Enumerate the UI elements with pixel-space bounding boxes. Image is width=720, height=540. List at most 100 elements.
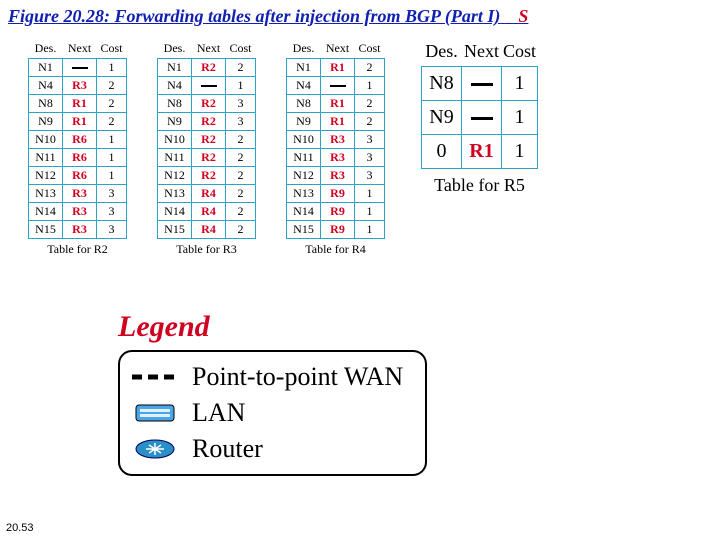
cell-next: R4 xyxy=(192,185,226,203)
table-row: N11R22 xyxy=(158,149,256,167)
table-row: N14R33 xyxy=(29,203,127,221)
table-table-for-r4: Des.NextCostN1R12N41N8R12N9R12N10R33N11R… xyxy=(286,41,385,257)
table-row: N1R12 xyxy=(287,59,385,77)
cell-next: R3 xyxy=(321,149,355,167)
col-cost: Cost xyxy=(97,41,127,56)
lan-icon xyxy=(132,399,178,427)
table-row: N10R33 xyxy=(287,131,385,149)
table-row: N15R91 xyxy=(287,221,385,239)
table-caption: Table for R3 xyxy=(176,242,236,257)
cell-next: R2 xyxy=(192,167,226,185)
table-row: N12R22 xyxy=(158,167,256,185)
cell-next: R3 xyxy=(63,203,97,221)
table-table-for-r3: Des.NextCostN1R22N41N8R23N9R23N10R22N11R… xyxy=(157,41,256,257)
cell-cost: 2 xyxy=(226,185,256,203)
table-header: Des.NextCost xyxy=(287,41,385,56)
legend-row-router: Router xyxy=(132,434,403,464)
col-des: Des. xyxy=(422,41,462,62)
tables-row: Des.NextCostN11N4R32N8R12N9R12N10R61N11R… xyxy=(0,31,720,257)
figure-title-suffix: S xyxy=(518,6,528,26)
col-next: Next xyxy=(462,41,502,62)
cell-cost: 1 xyxy=(97,59,127,77)
cell-des: N10 xyxy=(29,131,63,149)
table-row: N10R61 xyxy=(29,131,127,149)
legend: Legend Point-to-point WAN LAN xyxy=(118,310,427,476)
cell-des: N15 xyxy=(158,221,192,239)
table-caption: Table for R5 xyxy=(434,175,525,196)
cell-next: R3 xyxy=(321,167,355,185)
legend-label: Point-to-point WAN xyxy=(192,362,403,392)
cell-des: N14 xyxy=(29,203,63,221)
cell-next: R2 xyxy=(192,95,226,113)
figure-title: Figure 20.28: Forwarding tables after in… xyxy=(0,0,720,31)
cell-next xyxy=(63,59,97,77)
cell-cost: 1 xyxy=(97,167,127,185)
cell-des: N15 xyxy=(287,221,321,239)
cell-des: N12 xyxy=(287,167,321,185)
cell-des: N8 xyxy=(287,95,321,113)
table-row: N8R12 xyxy=(287,95,385,113)
cell-cost: 3 xyxy=(226,95,256,113)
cell-cost: 2 xyxy=(226,131,256,149)
cell-cost: 2 xyxy=(226,149,256,167)
cell-cost: 3 xyxy=(97,221,127,239)
cell-cost: 2 xyxy=(226,203,256,221)
table-row: N1R22 xyxy=(158,59,256,77)
table-row: N41 xyxy=(158,77,256,95)
cell-des: N8 xyxy=(158,95,192,113)
col-next: Next xyxy=(63,41,97,56)
cell-cost: 2 xyxy=(226,59,256,77)
cell-cost: 2 xyxy=(355,113,385,131)
cell-cost: 2 xyxy=(97,77,127,95)
table-body: N11N4R32N8R12N9R12N10R61N11R61N12R61N13R… xyxy=(28,58,127,239)
table-row: N9R12 xyxy=(287,113,385,131)
cell-next: R3 xyxy=(63,185,97,203)
cell-next: R4 xyxy=(192,203,226,221)
col-cost: Cost xyxy=(502,41,538,62)
col-des: Des. xyxy=(158,41,192,56)
cell-next: R1 xyxy=(321,59,355,77)
legend-label: Router xyxy=(192,434,263,464)
col-next: Next xyxy=(192,41,226,56)
table-row: N9R12 xyxy=(29,113,127,131)
table-body: N1R12N41N8R12N9R12N10R33N11R33N12R33N13R… xyxy=(286,58,385,239)
cell-next xyxy=(462,67,502,101)
cell-next: R3 xyxy=(321,131,355,149)
table-row: N12R61 xyxy=(29,167,127,185)
table-caption: Table for R2 xyxy=(47,242,107,257)
col-next: Next xyxy=(321,41,355,56)
cell-next: R2 xyxy=(192,59,226,77)
cell-des: N1 xyxy=(158,59,192,77)
cell-next: R4 xyxy=(192,221,226,239)
cell-cost: 3 xyxy=(97,185,127,203)
cell-cost: 1 xyxy=(355,185,385,203)
cell-next: R6 xyxy=(63,167,97,185)
table-row: N11R61 xyxy=(29,149,127,167)
table-row: N8R23 xyxy=(158,95,256,113)
cell-des: N9 xyxy=(422,101,462,135)
cell-next: R3 xyxy=(63,221,97,239)
col-cost: Cost xyxy=(355,41,385,56)
cell-cost: 3 xyxy=(355,149,385,167)
cell-next: R1 xyxy=(462,135,502,169)
legend-row-lan: LAN xyxy=(132,398,403,428)
legend-box: Point-to-point WAN LAN Router xyxy=(118,350,427,476)
table-row: N10R22 xyxy=(158,131,256,149)
table-row: N12R33 xyxy=(287,167,385,185)
cell-des: N9 xyxy=(29,113,63,131)
cell-des: N14 xyxy=(287,203,321,221)
table-row: N8R12 xyxy=(29,95,127,113)
cell-des: N8 xyxy=(422,67,462,101)
cell-next: R9 xyxy=(321,185,355,203)
cell-cost: 2 xyxy=(226,167,256,185)
legend-label: LAN xyxy=(192,398,245,428)
table-r5: Des. Next Cost N81N910R11 Table for R5 xyxy=(421,41,538,196)
cell-des: N4 xyxy=(29,77,63,95)
legend-title: Legend xyxy=(118,310,427,344)
cell-next: R6 xyxy=(63,131,97,149)
cell-des: N9 xyxy=(287,113,321,131)
cell-cost: 1 xyxy=(97,149,127,167)
table-row: N15R33 xyxy=(29,221,127,239)
cell-des: N13 xyxy=(29,185,63,203)
table-header: Des.NextCost xyxy=(158,41,256,56)
